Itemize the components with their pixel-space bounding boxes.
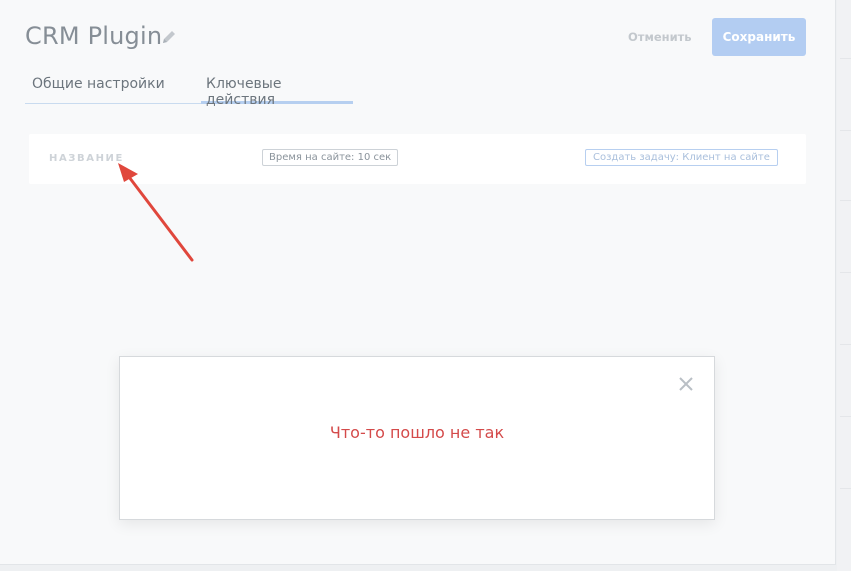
cancel-button[interactable]: Отменить <box>628 30 692 44</box>
action-tag[interactable]: Создать задачу: Клиент на сайте <box>585 149 778 166</box>
annotation-arrow-icon <box>118 163 194 262</box>
trigger-tag[interactable]: Время на сайте: 10 сек <box>262 149 399 166</box>
close-icon[interactable] <box>677 375 695 393</box>
page-title: CRM Plugin <box>25 22 163 50</box>
tab-key-actions[interactable]: Ключевые действия <box>201 70 353 108</box>
error-message: Что-то пошло не так <box>329 423 505 442</box>
error-modal: Что-то пошло не так <box>119 356 715 520</box>
save-button[interactable]: Сохранить <box>712 18 806 56</box>
right-edge-panel <box>837 0 851 571</box>
pencil-icon[interactable] <box>161 29 177 45</box>
tab-general-settings[interactable]: Общие настройки <box>25 70 201 104</box>
